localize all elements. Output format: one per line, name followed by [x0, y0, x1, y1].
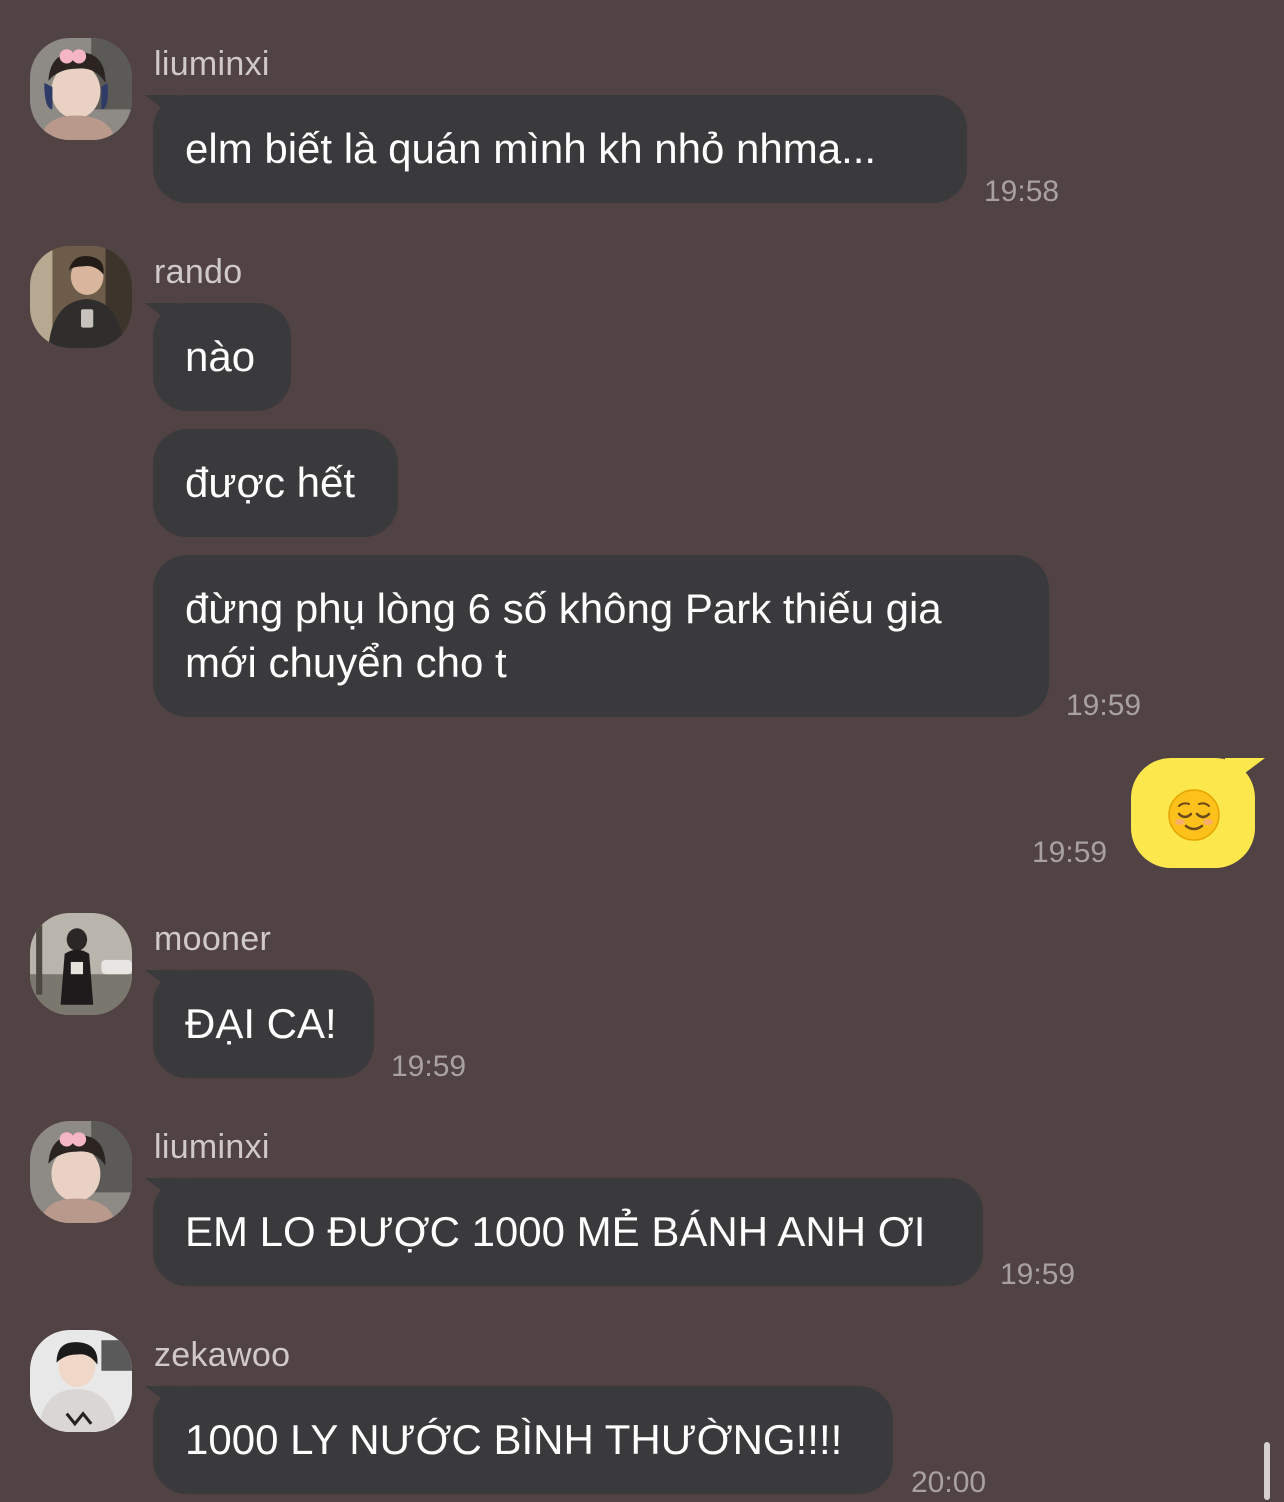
sender-name: mooner	[154, 920, 272, 958]
message-timestamp: 19:59	[1032, 836, 1108, 869]
sender-name: liuminxi	[154, 1128, 270, 1166]
message-text: ĐẠI CA!	[185, 1000, 337, 1047]
message-text: nào	[185, 333, 256, 380]
avatar-rando[interactable]	[30, 246, 132, 348]
relieved-face-emoji-icon	[1168, 789, 1220, 841]
message-bubble[interactable]: được hết	[153, 429, 398, 537]
avatar-liuminxi-icon	[30, 1121, 132, 1223]
avatar-rando-icon	[30, 246, 132, 348]
message-timestamp: 19:58	[984, 175, 1060, 208]
message-timestamp: 19:59	[1000, 1258, 1076, 1291]
message-text: 1000 LY NƯỚC BÌNH THƯỜNG!!!!	[185, 1416, 843, 1463]
message-text: mới chuyển cho t	[185, 639, 507, 686]
avatar-liuminxi-icon	[30, 38, 132, 140]
avatar-mooner[interactable]	[30, 913, 132, 1015]
avatar-zekawoo-icon	[30, 1330, 132, 1432]
message-bubble[interactable]: nào	[153, 303, 291, 411]
message-bubble[interactable]: elm biết là quán mình kh nhỏ nhma...	[153, 95, 967, 203]
message-timestamp: 19:59	[391, 1050, 467, 1083]
avatar-zekawoo[interactable]	[30, 1330, 132, 1432]
message-text: EM LO ĐƯỢC 1000 MẺ BÁNH ANH ƠI	[185, 1208, 926, 1255]
message-bubble[interactable]: ĐẠI CA!	[153, 970, 374, 1078]
avatar-liuminxi[interactable]	[30, 1121, 132, 1223]
message-text: elm biết là quán mình kh nhỏ nhma...	[185, 125, 877, 172]
avatar-mooner-icon	[30, 913, 132, 1015]
sender-name: rando	[154, 253, 243, 291]
message-bubble[interactable]: EM LO ĐƯỢC 1000 MẺ BÁNH ANH ƠI	[153, 1178, 983, 1286]
message-bubble[interactable]: 1000 LY NƯỚC BÌNH THƯỜNG!!!!	[153, 1386, 893, 1494]
message-text: được hết	[185, 459, 356, 506]
scrollbar[interactable]	[1264, 1442, 1270, 1500]
message-timestamp: 19:59	[1066, 689, 1142, 722]
message-text: đừng phụ lòng 6 số không Park thiếu gia	[185, 585, 942, 632]
avatar-liuminxi[interactable]	[30, 38, 132, 140]
message-timestamp: 20:00	[911, 1466, 987, 1499]
message-bubble[interactable]: đừng phụ lòng 6 số không Park thiếu gia …	[153, 555, 1049, 717]
my-message-bubble[interactable]	[1131, 758, 1255, 868]
sender-name: zekawoo	[154, 1336, 291, 1374]
sender-name: liuminxi	[154, 45, 270, 83]
